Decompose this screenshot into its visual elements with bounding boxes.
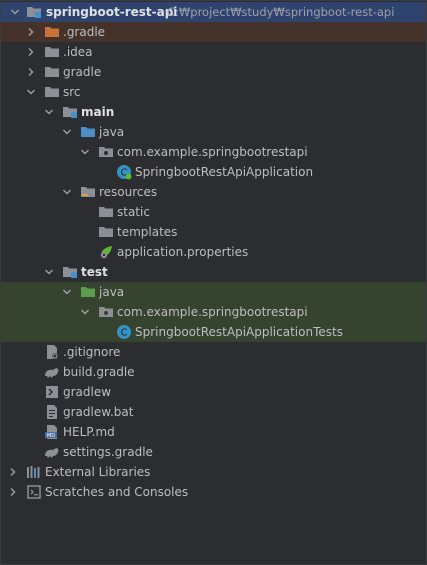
tree-item-test-class[interactable]: C SpringbootRestApiApplicationTests [1,322,426,342]
ignore-file-icon [44,344,60,360]
chevron-right-icon[interactable] [8,467,18,477]
tree-item-main-java[interactable]: java [1,122,426,142]
tree-item-label: java [99,125,125,139]
tree-item-gradle-hidden[interactable]: .gradle [1,22,426,42]
libraries-icon [26,464,42,480]
module-folder-icon [26,4,42,20]
spring-properties-icon [98,244,114,260]
text-file-icon [44,404,60,420]
test-folder-icon [80,284,96,300]
tree-item-gradlew[interactable]: gradlew [1,382,426,402]
tree-item-label: gradle [63,65,102,79]
scratches-icon [26,484,42,500]
tree-item-label: .gradle [63,25,106,39]
shell-script-icon [44,384,60,400]
tree-item-label: gradlew.bat [63,405,134,419]
tree-item-label: SpringbootRestApiApplication [135,165,314,179]
tree-item-help-md[interactable]: MD HELP.md [1,422,426,442]
tree-item-label: External Libraries [45,465,151,479]
tree-item-label: Scratches and Consoles [45,485,189,499]
resources-folder-icon [80,184,96,200]
tree-item-label: build.gradle [63,365,135,379]
chevron-right-icon[interactable] [26,67,36,77]
project-path: C:₩project₩study₩springboot-rest-api [167,5,395,19]
markdown-icon: MD [44,424,60,440]
tree-item-project-root[interactable]: springboot-rest-api C:₩project₩study₩spr… [1,2,426,22]
tree-item-label: static [117,205,150,219]
gradle-icon [44,364,60,380]
module-folder-icon [62,264,78,280]
tree-item-scratches[interactable]: Scratches and Consoles [1,482,426,502]
tree-item-gradlew-bat[interactable]: gradlew.bat [1,402,426,422]
tree-item-external-libraries[interactable]: External Libraries [1,462,426,482]
tree-item-label: test [81,265,108,279]
tree-item-label: HELP.md [63,425,115,439]
chevron-down-icon[interactable] [44,267,54,277]
chevron-down-icon[interactable] [26,87,36,97]
chevron-down-icon[interactable] [62,287,72,297]
tree-item-label: .gitignore [63,345,121,359]
tree-item-src[interactable]: src [1,82,426,102]
module-folder-icon [62,104,78,120]
tree-item-label: gradlew [63,385,112,399]
tree-item-idea[interactable]: .idea [1,42,426,62]
gradle-icon [44,444,60,460]
svg-text:C: C [121,328,128,339]
folder-icon [44,64,60,80]
tree-item-application-properties[interactable]: application.properties [1,242,426,262]
tree-item-label: resources [99,185,158,199]
chevron-right-icon[interactable] [8,487,18,497]
package-icon [98,144,114,160]
chevron-down-icon[interactable] [44,107,54,117]
tree-item-templates[interactable]: templates [1,222,426,242]
chevron-right-icon[interactable] [26,47,36,57]
chevron-down-icon[interactable] [62,127,72,137]
tree-item-main[interactable]: main [1,102,426,122]
chevron-down-icon[interactable] [80,147,90,157]
tree-item-label: SpringbootRestApiApplicationTests [135,325,343,339]
folder-icon [44,44,60,60]
tree-item-main-class[interactable]: C SpringbootRestApiApplication [1,162,426,182]
excluded-folder-icon [44,24,60,40]
tree-item-label: com.example.springbootrestapi [117,145,308,159]
project-name: springboot-rest-api [46,5,178,19]
tree-item-static[interactable]: static [1,202,426,222]
tree-item-label: main [81,105,115,119]
tree-item-test-package[interactable]: com.example.springbootrestapi [1,302,426,322]
tree-item-label: templates [117,225,178,239]
chevron-down-icon[interactable] [80,307,90,317]
tree-item-label: java [99,285,125,299]
tree-item-label: application.properties [117,245,249,259]
folder-icon [98,224,114,240]
tree-item-test-java[interactable]: java [1,282,426,302]
tree-item-label: .idea [63,45,93,59]
source-folder-icon [80,124,96,140]
tree-item-gitignore[interactable]: .gitignore [1,342,426,362]
tree-item-build-gradle[interactable]: build.gradle [1,362,426,382]
folder-icon [44,84,60,100]
tree-item-resources[interactable]: resources [1,182,426,202]
folder-icon [98,204,114,220]
tree-item-test[interactable]: test [1,262,426,282]
package-icon [98,304,114,320]
spring-class-icon: C [116,164,132,180]
svg-text:MD: MD [47,433,55,439]
tree-item-label: com.example.springbootrestapi [117,305,308,319]
chevron-down-icon[interactable] [62,187,72,197]
chevron-down-icon[interactable] [10,7,20,17]
tree-item-label: settings.gradle [63,445,153,459]
tree-item-settings-gradle[interactable]: settings.gradle [1,442,426,462]
class-icon: C [116,324,132,340]
tree-item-label: src [63,85,81,99]
chevron-right-icon[interactable] [26,27,36,37]
tree-item-main-package[interactable]: com.example.springbootrestapi [1,142,426,162]
tree-item-gradle[interactable]: gradle [1,62,426,82]
project-tree: springboot-rest-api C:₩project₩study₩spr… [0,0,427,565]
